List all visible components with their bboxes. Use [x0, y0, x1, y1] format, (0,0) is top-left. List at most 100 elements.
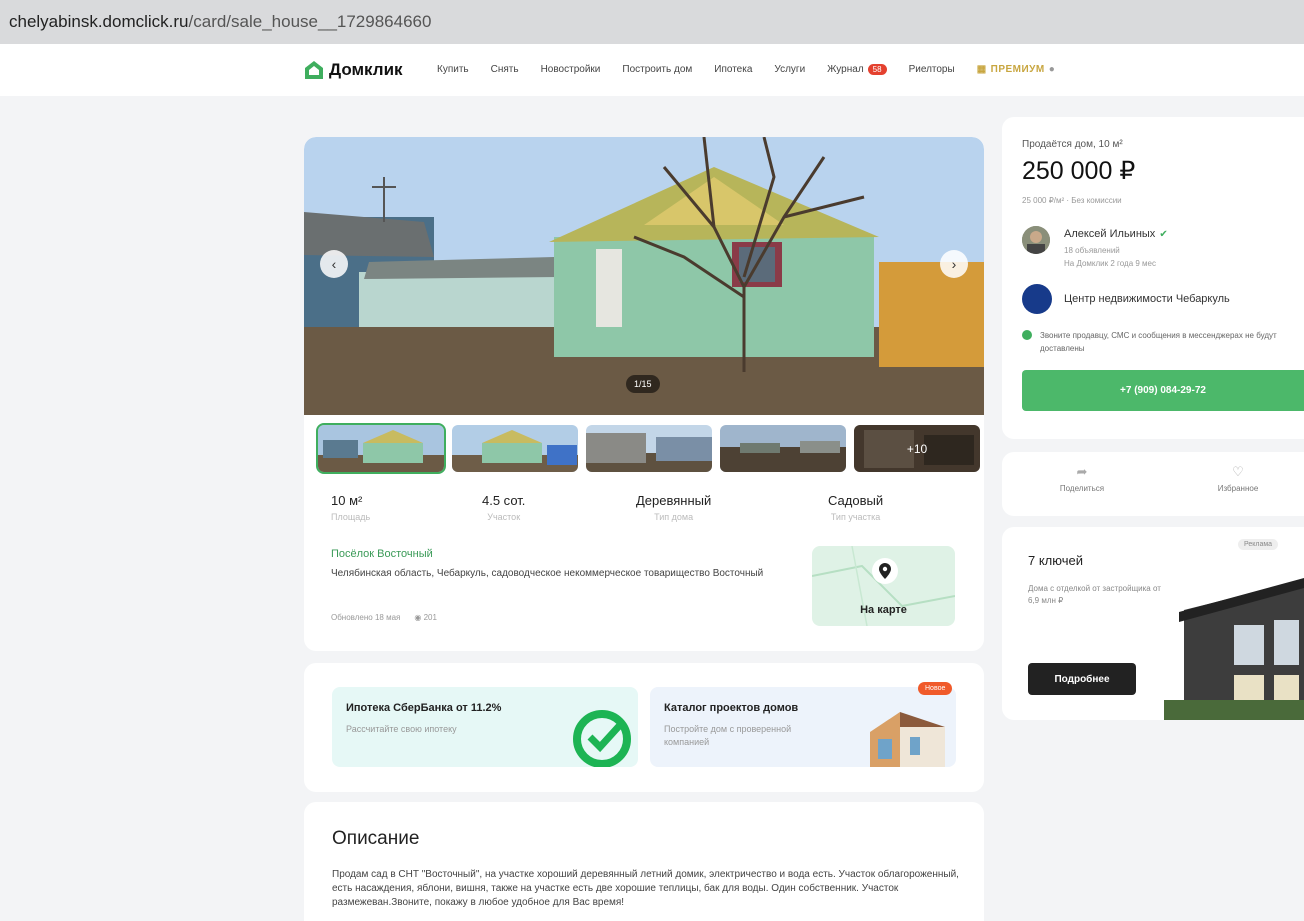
nav-item-newbuilds[interactable]: Новостройки — [541, 64, 601, 75]
main-nav: Купить Снять Новостройки Построить дом И… — [437, 64, 1077, 75]
fact-plot: 4.5 сот. Участок — [482, 493, 525, 522]
logo-icon — [304, 60, 324, 80]
promo-card: Ипотека СберБанка от 11.2% Рассчитайте с… — [304, 663, 984, 792]
fact-value: Садовый — [828, 493, 884, 508]
description-title: Описание — [332, 828, 420, 849]
updated-date: Обновлено 18 мая — [331, 613, 401, 622]
ad-more-button[interactable]: Подробнее — [1028, 663, 1136, 695]
fact-value: 10 м² — [331, 493, 363, 508]
fact-label: Участок — [487, 512, 521, 522]
thumbnail[interactable] — [586, 425, 712, 472]
share-label: Поделиться — [1059, 484, 1105, 493]
main-photo[interactable]: ‹ › 1/15 — [304, 137, 984, 415]
ad-subtitle: Дома с отделкой от застройщика от 6,9 мл… — [1028, 584, 1161, 605]
nav-item-realtors[interactable]: Риелторы — [909, 64, 955, 75]
ad-card[interactable]: Реклама 7 ключей Дома с отделкой от заст… — [1002, 527, 1304, 720]
fact-value: Деревянный — [636, 493, 712, 508]
premium-icon: ▦ — [976, 64, 987, 75]
description-text: Продам сад в СНТ "Восточный", на участке… — [332, 869, 959, 908]
logo-text: Домклик — [329, 60, 403, 79]
phone-button[interactable]: +7 (909) 084-29-72 — [1022, 370, 1304, 411]
url-host: chelyabinsk.domclick.ru — [9, 12, 189, 31]
eye-icon: ◉ — [414, 613, 422, 622]
address-bar[interactable]: chelyabinsk.domclick.ru/card/sale_house_… — [0, 0, 1304, 44]
promo-catalog-subtitle: Постройте дом с проверенной компанией — [664, 724, 792, 747]
fact-value: 4.5 сот. — [482, 493, 526, 508]
info-icon: ● — [1048, 64, 1056, 75]
fact-label: Площадь — [331, 512, 371, 522]
address-text: Челябинская область, Чебаркуль, садоводч… — [331, 568, 764, 579]
ad-house-image — [1164, 578, 1304, 720]
promo-mortgage-title: Ипотека СберБанка от 11.2% — [346, 702, 502, 714]
fact-house-type: Деревянный Тип дома — [636, 493, 711, 522]
actions-card: ➦ Поделиться ♡ Избранное — [1002, 452, 1304, 516]
nav-item-buy[interactable]: Купить — [437, 64, 469, 75]
price-per-meter: 25 000 ₽/м² · Без комиссии — [1022, 196, 1122, 205]
nav-item-journal[interactable]: Журнал 58 — [827, 64, 887, 75]
thumbnail[interactable] — [452, 425, 578, 472]
promo-catalog[interactable]: Каталог проектов домов Постройте дом с п… — [650, 687, 956, 767]
contact-warning: Звоните продавцу, СМС и сообщения в месс… — [1022, 329, 1282, 355]
agent-name-text: Алексей Ильиных — [1064, 228, 1156, 240]
views-count: ◉ 201 — [414, 613, 437, 622]
prev-photo-button[interactable]: ‹ — [320, 250, 348, 278]
agent-since: На Домклик 2 года 9 мес — [1064, 259, 1157, 268]
thumbnail-more[interactable]: +10 — [854, 425, 980, 472]
avatar[interactable] — [1022, 226, 1050, 254]
heart-icon: ♡ — [1232, 464, 1244, 479]
favorite-button[interactable]: ♡ Избранное — [1178, 464, 1298, 493]
description-card: Описание Продам сад в СНТ "Восточный", н… — [304, 802, 984, 921]
map-label: На карте — [860, 604, 907, 616]
journal-label: Журнал — [827, 64, 864, 75]
listing-meta: Обновлено 18 мая ◉ 201 — [331, 613, 437, 622]
nav-item-premium[interactable]: ▦ ПРЕМИУМ ● — [977, 64, 1056, 75]
thumbnail-strip: +10 — [316, 423, 980, 474]
views-value: 201 — [423, 613, 437, 622]
map-button[interactable]: На карте — [812, 546, 955, 626]
photo-counter: 1/15 — [626, 375, 660, 393]
agent-name[interactable]: Алексей Ильиных ✔ — [1064, 228, 1168, 240]
sber-logo-icon — [573, 710, 631, 767]
thumbnail[interactable] — [720, 425, 846, 472]
nav-item-rent[interactable]: Снять — [491, 64, 519, 75]
agency-name[interactable]: Центр недвижимости Чебаркуль — [1064, 293, 1230, 305]
share-icon: ➦ — [1076, 464, 1088, 479]
ad-badge: Реклама — [1238, 539, 1279, 550]
agent-ads: 18 объявлений — [1064, 246, 1120, 255]
locality-link[interactable]: Посёлок Восточный — [331, 548, 433, 560]
site-header: Домклик Купить Снять Новостройки Построи… — [0, 44, 1304, 96]
ad-title: 7 ключей — [1028, 553, 1083, 568]
fact-label: Тип участка — [830, 512, 881, 522]
next-photo-button[interactable]: › — [940, 250, 968, 278]
nav-item-mortgage[interactable]: Ипотека — [714, 64, 752, 75]
premium-label: ПРЕМИУМ — [990, 64, 1045, 75]
thumbnail[interactable] — [316, 423, 446, 474]
promo-mortgage[interactable]: Ипотека СберБанка от 11.2% Рассчитайте с… — [332, 687, 638, 767]
fact-plot-type: Садовый Тип участка — [828, 493, 883, 522]
listing-type: Продаётся дом, 10 м² — [1022, 139, 1123, 150]
more-photos-label: +10 — [854, 425, 980, 472]
price-card: Продаётся дом, 10 м² 250 000 ₽ 25 000 ₽/… — [1002, 117, 1304, 439]
fact-label: Тип дома — [654, 512, 694, 522]
fact-area: 10 м² Площадь — [331, 493, 370, 522]
house-illustration — [870, 712, 945, 767]
property-facts: 10 м² Площадь 4.5 сот. Участок Деревянный Т… — [304, 493, 984, 533]
price: 250 000 ₽ — [1022, 157, 1136, 185]
promo-catalog-title: Каталог проектов домов — [664, 702, 799, 714]
agent-info: 18 объявлений На Домклик 2 года 9 мес — [1064, 244, 1156, 270]
nav-item-services[interactable]: Услуги — [774, 64, 805, 75]
journal-badge: 58 — [867, 64, 887, 75]
url-path: /card/sale_house__1729864660 — [188, 12, 432, 31]
promo-mortgage-subtitle: Рассчитайте свою ипотеку — [346, 724, 457, 734]
agency-logo-icon[interactable] — [1022, 284, 1052, 314]
check-icon — [1022, 330, 1032, 340]
map-pin-icon — [872, 558, 898, 584]
nav-item-build-house[interactable]: Построить дом — [622, 64, 692, 75]
warning-text: Звоните продавцу, СМС и сообщения в месс… — [1040, 331, 1277, 353]
new-badge: Новое — [918, 682, 953, 695]
logo[interactable]: Домклик — [304, 60, 403, 80]
verified-icon: ✔ — [1159, 228, 1168, 240]
favorite-label: Избранное — [1217, 484, 1259, 493]
listing-card: ‹ › 1/15 +10 10 м² Площадь 4.5 сот. Участо… — [304, 137, 984, 651]
share-button[interactable]: ➦ Поделиться — [1022, 464, 1142, 493]
